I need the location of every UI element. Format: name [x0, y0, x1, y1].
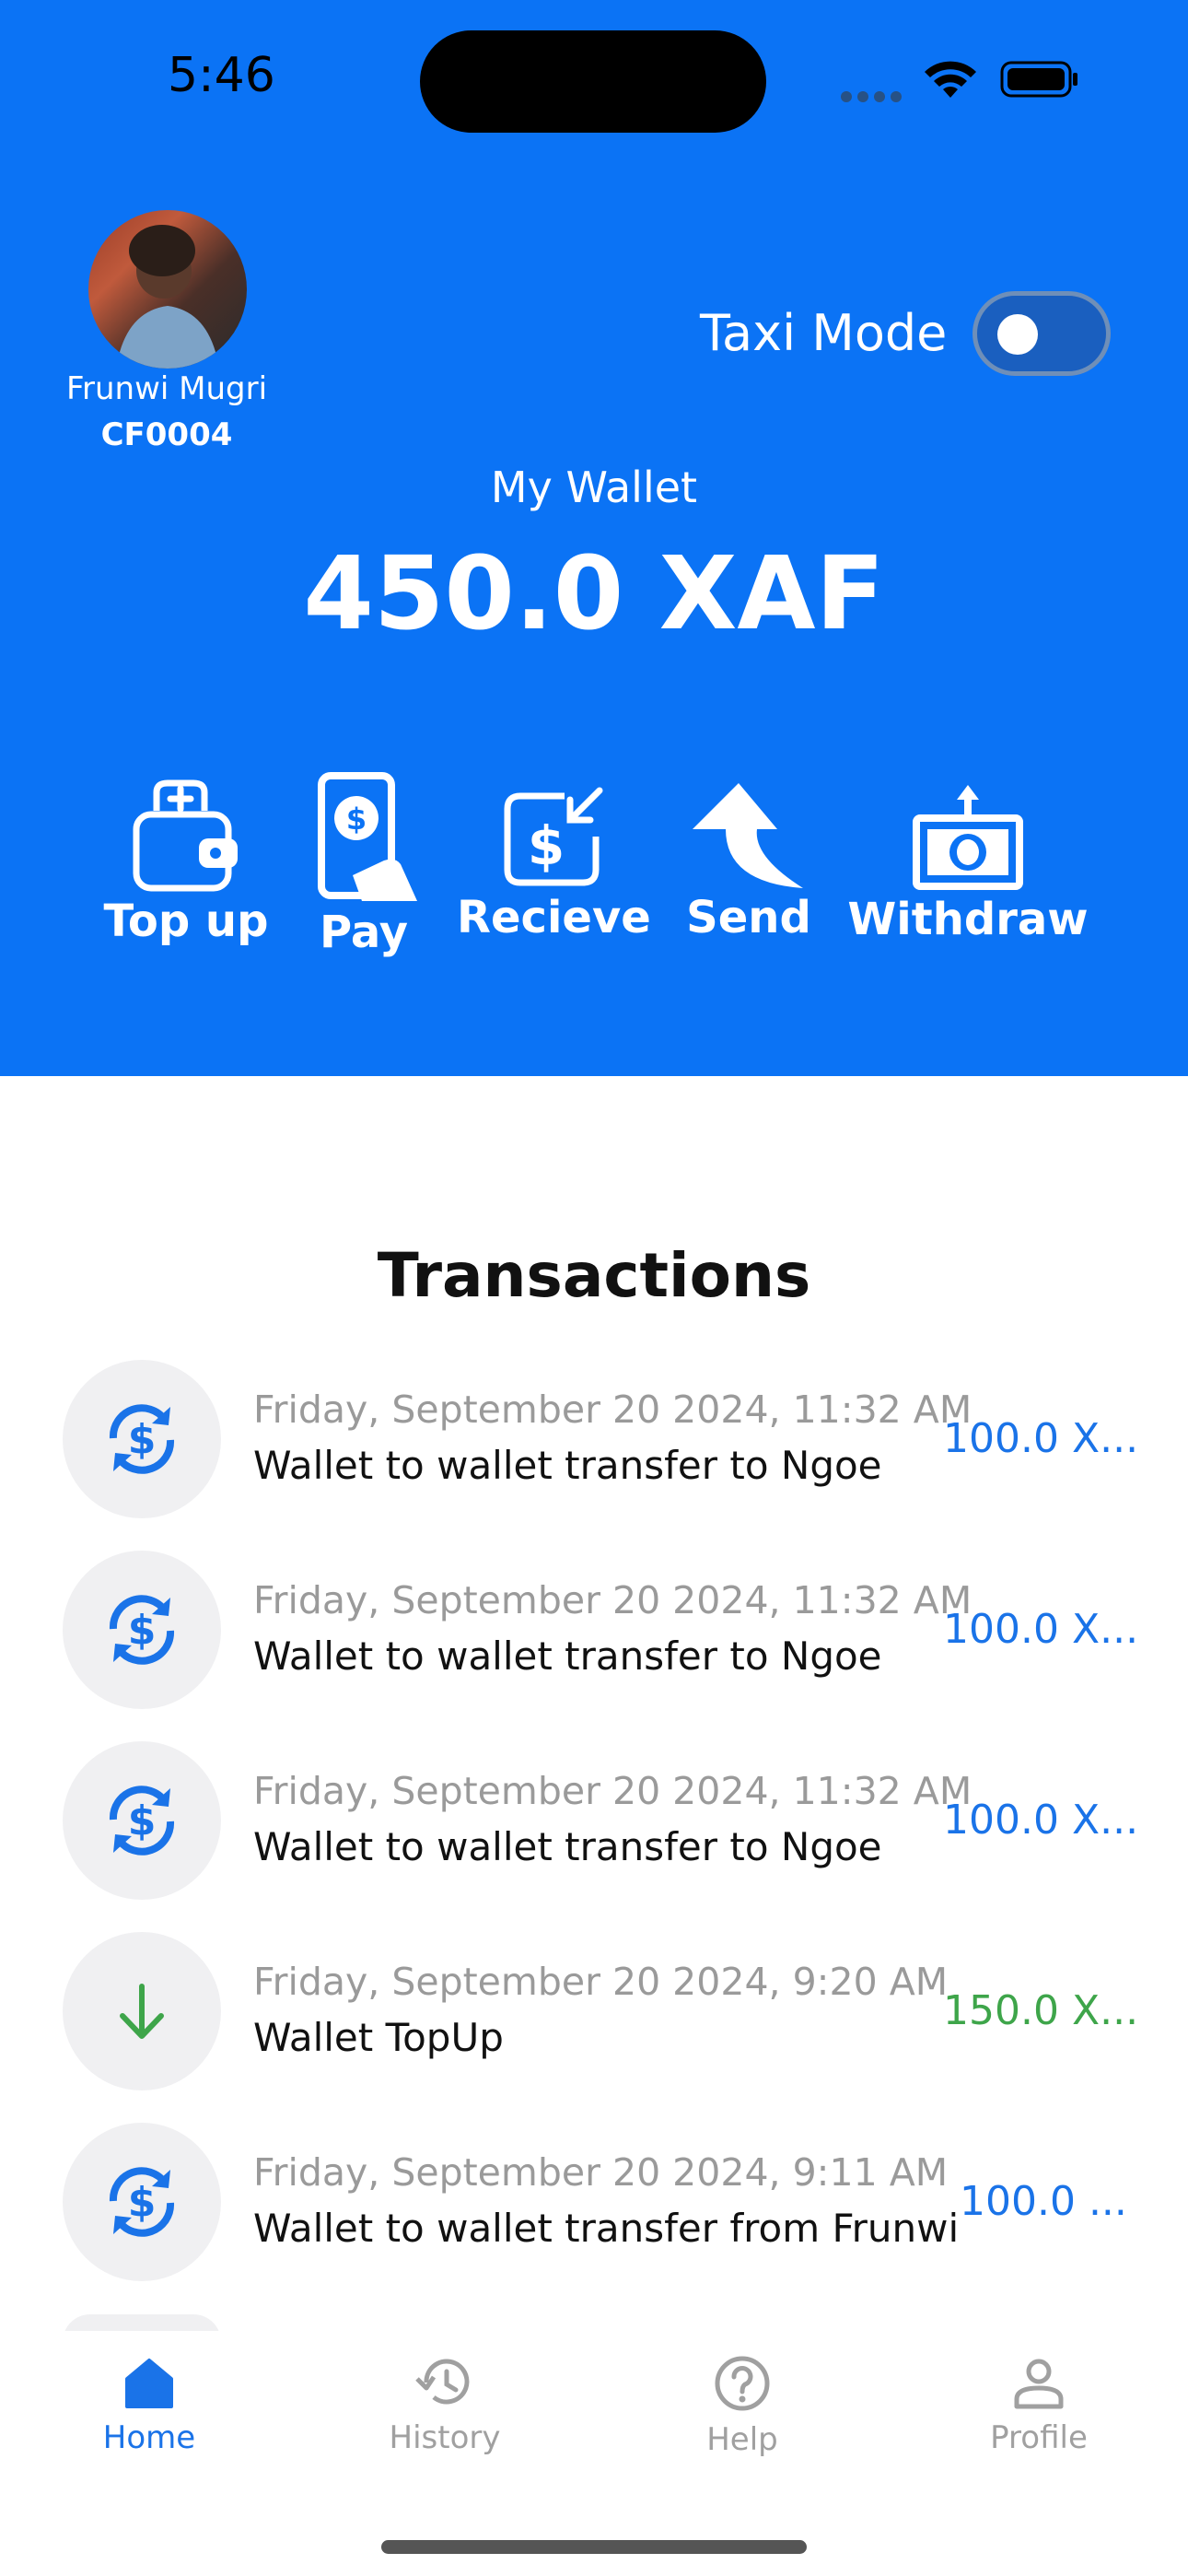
wifi-icon [925, 61, 976, 98]
svg-text:$: $ [128, 1416, 157, 1463]
dynamic-island [420, 30, 766, 133]
transaction-row[interactable]: $ Friday, September 20 2024, 11:32 AM Wa… [0, 1360, 1188, 1551]
transaction-description: Wallet to wallet transfer to Ngoe [253, 1824, 882, 1869]
transaction-description: Wallet to wallet transfer to Ngoe [253, 1633, 882, 1679]
svg-text:$: $ [128, 1797, 157, 1844]
top-up-label: Top up [103, 896, 269, 947]
tab-home-label: Home [102, 2419, 196, 2456]
svg-text:$: $ [128, 2179, 157, 2226]
tab-help[interactable]: Help [650, 2355, 834, 2458]
svg-text:$: $ [346, 802, 367, 837]
transaction-icon-wrap: $ [63, 1551, 221, 1709]
toggle-knob [997, 314, 1038, 355]
transactions-title: Transactions [377, 1240, 811, 1311]
phone-pay-icon: $ [318, 772, 417, 901]
transaction-icon-wrap: $ [63, 1360, 221, 1518]
pay-button[interactable]: $ Pay [295, 772, 433, 958]
transaction-description: Wallet TopUp [253, 2015, 504, 2060]
profile-icon [1014, 2359, 1064, 2409]
svg-text:$: $ [128, 1607, 157, 1654]
transfer-dollar-icon: $ [109, 1595, 175, 1665]
receive-money-icon: $ [504, 787, 603, 886]
send-arrow-icon [693, 783, 803, 888]
taxi-mode-label: Taxi Mode [700, 304, 948, 362]
transaction-icon-wrap: $ [63, 1741, 221, 1900]
history-icon [415, 2359, 470, 2405]
svg-text:$: $ [528, 814, 565, 877]
home-icon [125, 2359, 173, 2408]
transfer-dollar-icon: $ [109, 2167, 175, 2237]
transaction-description: Wallet to wallet transfer to Ngoe [253, 1443, 882, 1488]
transaction-row[interactable]: Friday, September 20 2024, 9:20 AM Walle… [0, 1932, 1188, 2123]
transaction-amount: 150.0 X... [943, 1987, 1139, 2034]
transaction-row[interactable]: $ Friday, September 20 2024, 11:32 AM Wa… [0, 1551, 1188, 1741]
user-id: CF0004 [100, 416, 233, 453]
transaction-amount: 100.0 X... [943, 1415, 1139, 1462]
transaction-description: Wallet to wallet transfer from Frunwi [253, 2206, 960, 2251]
transaction-amount: 100.0 X... [943, 1606, 1139, 1653]
pay-label: Pay [319, 907, 409, 958]
wallet-balance: 450.0 XAF [303, 534, 885, 652]
top-up-button[interactable]: Top up [103, 774, 269, 947]
transactions-list: $ Friday, September 20 2024, 11:32 AM Wa… [0, 1360, 1188, 2313]
avatar[interactable] [88, 210, 247, 369]
tab-profile-label: Profile [990, 2419, 1088, 2456]
withdraw-cash-icon [913, 785, 1023, 890]
transaction-date: Friday, September 20 2024, 9:11 AM [253, 2150, 949, 2195]
tab-home[interactable]: Home [57, 2355, 241, 2456]
tab-history-label: History [389, 2419, 501, 2456]
battery-icon [1000, 61, 1077, 98]
home-indicator [381, 2540, 807, 2554]
tab-profile[interactable]: Profile [947, 2355, 1131, 2456]
receive-label: Recieve [457, 892, 651, 943]
cellular-signal-icon [841, 88, 907, 106]
arrow-down-icon [120, 1984, 164, 2039]
transaction-date: Friday, September 20 2024, 11:32 AM [253, 1578, 973, 1622]
taxi-mode-toggle[interactable] [973, 291, 1111, 376]
transaction-date: Friday, September 20 2024, 11:32 AM [253, 1769, 973, 1813]
transaction-date: Friday, September 20 2024, 9:20 AM [253, 1960, 949, 2004]
transaction-icon-wrap [63, 1932, 221, 2090]
transaction-amount: 100.0 ... [960, 2178, 1127, 2225]
transaction-icon-wrap: $ [63, 2123, 221, 2281]
status-time: 5:46 [168, 48, 275, 103]
tab-help-label: Help [706, 2421, 778, 2458]
withdraw-label: Withdraw [847, 894, 1089, 945]
help-icon [715, 2356, 770, 2411]
transaction-row[interactable]: $ Friday, September 20 2024, 9:11 AM Wal… [0, 2123, 1188, 2313]
tab-history[interactable]: History [353, 2355, 537, 2456]
wallet-plus-icon [133, 779, 238, 892]
transfer-dollar-icon: $ [109, 1786, 175, 1856]
user-name: Frunwi Mugri [65, 370, 268, 407]
transaction-date: Friday, September 20 2024, 11:32 AM [253, 1388, 973, 1432]
transaction-row[interactable]: $ Friday, September 20 2024, 11:32 AM Wa… [0, 1741, 1188, 1932]
transfer-dollar-icon: $ [109, 1404, 175, 1474]
withdraw-button[interactable]: Withdraw [847, 781, 1089, 945]
wallet-label: My Wallet [490, 463, 698, 512]
receive-button[interactable]: $ Recieve [457, 785, 651, 943]
wallet-header: 5:46 Frunwi Mugri CF0004 Taxi Mode My Wa… [0, 0, 1188, 1076]
send-button[interactable]: Send [672, 779, 825, 943]
send-label: Send [686, 892, 811, 943]
transaction-amount: 100.0 X... [943, 1797, 1139, 1844]
